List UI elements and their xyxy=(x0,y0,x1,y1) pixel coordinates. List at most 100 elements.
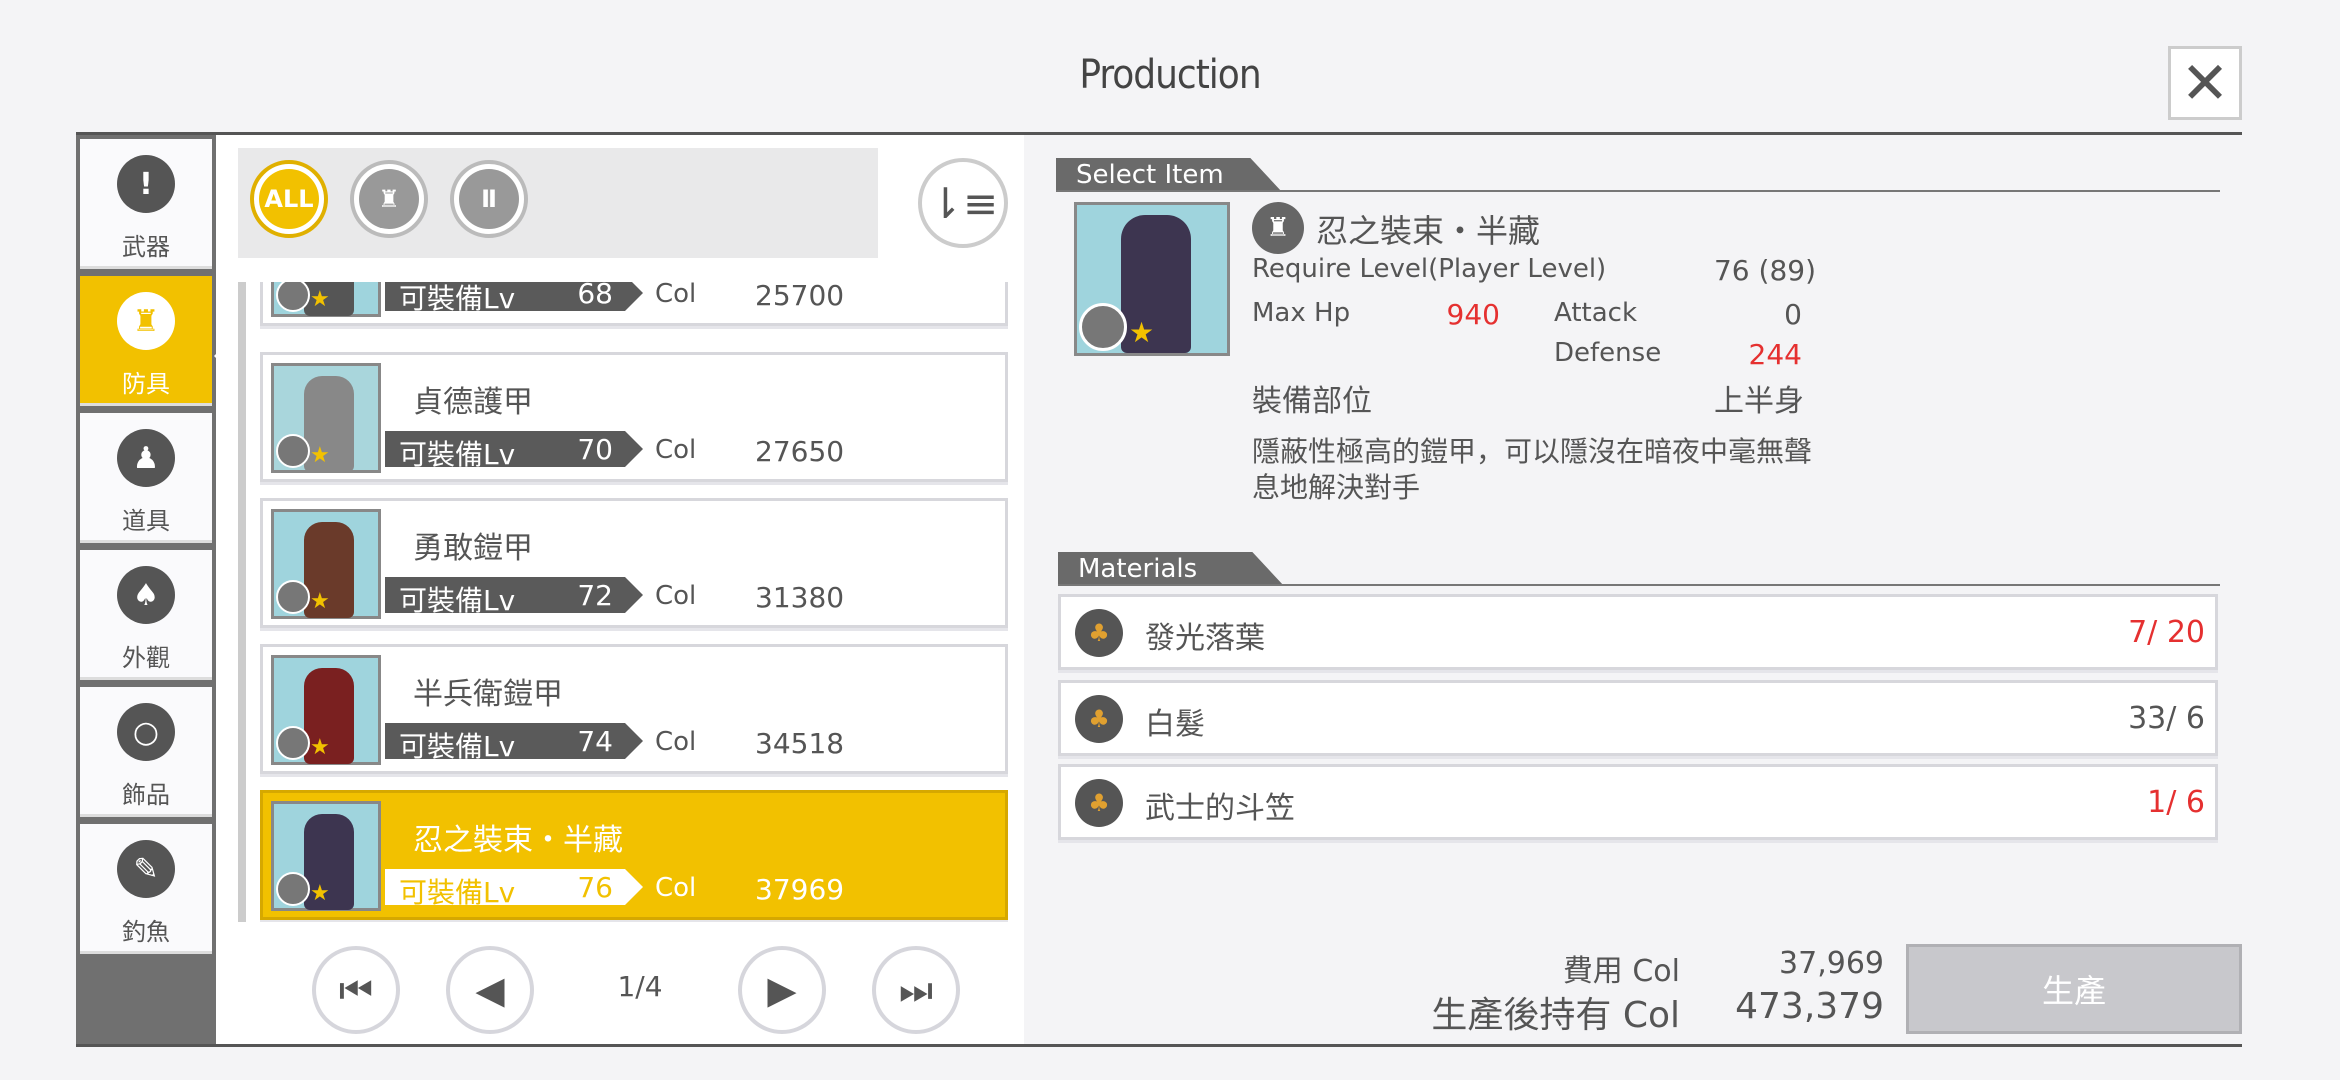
next-page-button[interactable]: ▶ xyxy=(738,946,826,1034)
list-scrollbar[interactable] xyxy=(238,282,246,922)
material-name: 武士的斗笠 xyxy=(1145,791,1295,826)
defense-value: 244 xyxy=(1748,338,1802,371)
fee-value: 37,969 xyxy=(1779,946,1884,981)
slot-label: 裝備部位 xyxy=(1252,384,1372,419)
filter-body-button[interactable]: ♜ xyxy=(350,160,428,238)
material-row[interactable]: ♣ 武士的斗笠 1/ 6 xyxy=(1058,764,2218,840)
material-count: 1/ 6 xyxy=(2147,785,2205,820)
page-indicator: 1/4 xyxy=(617,970,663,1003)
list-item-selected[interactable]: ★ 忍之裝束・半藏 可裝備Lv 76 Col 37969 xyxy=(260,790,1008,920)
col-value: 37969 xyxy=(755,873,845,906)
category-label: 外觀 xyxy=(122,644,170,672)
selected-item-name: 忍之裝束・半藏 xyxy=(1316,212,1541,250)
last-page-button[interactable]: ⏭ xyxy=(872,946,960,1034)
last-page-icon: ⏭ xyxy=(898,967,934,1012)
first-page-button[interactable]: ⏮ xyxy=(312,946,400,1034)
max-hp-label: Max Hp xyxy=(1252,298,1351,328)
category-weapon[interactable]: ! 武器 xyxy=(80,139,212,269)
category-fishing[interactable]: ✎ 釣魚 xyxy=(80,824,212,954)
footer-divider xyxy=(76,1044,2242,1047)
material-row[interactable]: ♣ 白髮 33/ 6 xyxy=(1058,680,2218,756)
material-name: 發光落葉 xyxy=(1145,621,1265,656)
category-accessory[interactable]: ○ 飾品 xyxy=(80,687,212,817)
attack-value: 0 xyxy=(1784,298,1802,331)
category-label: 武器 xyxy=(122,233,170,261)
material-bag-icon: ♣ xyxy=(1075,609,1123,657)
armor-badge-icon xyxy=(1079,303,1127,351)
material-name: 白髮 xyxy=(1145,707,1205,742)
leg-armor-icon: Ⅱ xyxy=(459,169,519,229)
list-item[interactable]: ★ 貞德護甲 可裝備Lv 70 Col 27650 xyxy=(260,352,1008,482)
category-armor[interactable]: ♜ 防具 xyxy=(80,276,212,406)
costume-icon: ♠ xyxy=(117,566,175,624)
potion-icon: ♟ xyxy=(117,429,175,487)
after-production-value: 473,379 xyxy=(1735,986,1884,1027)
col-value: 34518 xyxy=(755,727,845,760)
select-item-header: Select Item xyxy=(1056,158,1282,192)
filter-leg-button[interactable]: Ⅱ xyxy=(450,160,528,238)
item-name: 貞德護甲 xyxy=(413,385,533,420)
close-button[interactable]: ✕ xyxy=(2168,46,2242,120)
max-hp-value: 940 xyxy=(1446,298,1500,331)
fishing-icon: ✎ xyxy=(117,840,175,898)
col-label: Col xyxy=(655,581,697,611)
defense-label: Defense xyxy=(1554,338,1662,368)
sort-icon: ⇂≡ xyxy=(927,178,999,228)
produce-button[interactable]: 生產 xyxy=(1906,944,2242,1034)
sword-icon: ! xyxy=(117,155,175,213)
category-sidebar: ! 武器 ♜ 防具 ♟ 道具 ♠ 外觀 ○ 飾品 ✎ 釣魚 xyxy=(76,135,216,1044)
star-icon: ★ xyxy=(310,443,330,468)
category-label: 釣魚 xyxy=(122,918,170,946)
col-value: 27650 xyxy=(755,435,845,468)
star-icon: ★ xyxy=(310,881,330,906)
prev-page-icon: ◀ xyxy=(475,968,505,1012)
star-icon: ★ xyxy=(310,735,330,760)
category-item[interactable]: ♟ 道具 xyxy=(80,413,212,543)
category-label: 飾品 xyxy=(122,781,170,809)
category-label: 道具 xyxy=(122,507,170,535)
level-label: 可裝備Lv xyxy=(399,584,516,617)
col-label: Col xyxy=(655,282,697,309)
selected-item-image: ★ xyxy=(1074,202,1230,356)
armor-type-icon: ♜ xyxy=(1252,202,1304,254)
item-name: 勇敢鎧甲 xyxy=(413,531,533,566)
material-row[interactable]: ♣ 發光落葉 7/ 20 xyxy=(1058,594,2218,670)
star-icon: ★ xyxy=(310,589,330,614)
col-label: Col xyxy=(655,727,697,757)
level-label: 可裝備Lv xyxy=(399,730,516,763)
fee-label: 費用 Col xyxy=(1562,954,1680,989)
material-count: 7/ 20 xyxy=(2128,615,2205,650)
item-thumbnail: ★ xyxy=(271,655,381,765)
first-page-icon: ⏮ xyxy=(338,967,374,1012)
category-label: 防具 xyxy=(122,370,170,398)
category-costume[interactable]: ♠ 外觀 xyxy=(80,550,212,680)
level-label: 可裝備Lv xyxy=(399,282,516,315)
item-name: 半兵衛鎧甲 xyxy=(413,677,563,712)
filter-all-button[interactable]: ALL xyxy=(250,160,328,238)
armor-icon: ♜ xyxy=(117,292,175,350)
filter-bar xyxy=(238,148,878,258)
col-value: 31380 xyxy=(755,581,845,614)
section-divider xyxy=(1056,190,2220,192)
prev-page-button[interactable]: ◀ xyxy=(446,946,534,1034)
next-page-icon: ▶ xyxy=(767,968,797,1012)
list-item[interactable]: ★ 半兵衛鎧甲 可裝備Lv 74 Col 34518 xyxy=(260,644,1008,774)
level-label: 可裝備Lv xyxy=(399,876,516,909)
slot-value: 上半身 xyxy=(1714,384,1804,419)
level-value: 74 xyxy=(577,725,613,758)
list-item[interactable]: ★ 勇敢鎧甲 可裝備Lv 72 Col 31380 xyxy=(260,498,1008,628)
list-item[interactable]: ★ 可裝備Lv 68 Col 25700 xyxy=(260,282,1008,326)
close-icon: ✕ xyxy=(2180,49,2230,117)
sort-button[interactable]: ⇂≡ xyxy=(918,158,1008,248)
item-list: ★ 可裝備Lv 68 Col 25700 ★ 貞德護甲 可裝備Lv 70 Col… xyxy=(260,282,1010,922)
level-value: 68 xyxy=(577,282,613,310)
star-icon: ★ xyxy=(310,287,330,312)
after-production-label: 生產後持有 Col xyxy=(1431,995,1680,1036)
section-divider xyxy=(1058,584,2220,586)
armor-badge-icon xyxy=(276,726,310,760)
materials-header: Materials xyxy=(1058,552,1284,586)
col-value: 25700 xyxy=(755,282,845,312)
item-thumbnail: ★ xyxy=(271,801,381,911)
level-value: 72 xyxy=(577,579,613,612)
item-name: 忍之裝束・半藏 xyxy=(413,823,623,858)
